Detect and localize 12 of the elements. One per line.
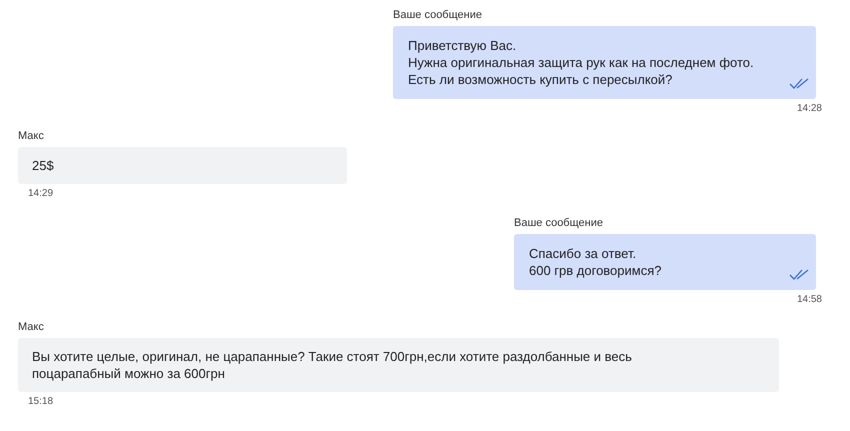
sender-name: Ваше сообщение bbox=[514, 216, 604, 230]
message-text: 25$ bbox=[32, 157, 55, 174]
sender-name: Макс bbox=[18, 129, 45, 143]
sender-name: Ваше сообщение bbox=[393, 8, 483, 22]
message-text: Вы хотите целые, оригинал, не царапанные? Такие стоят 700грн,если хотите раздолбанные и весь поцарапабный можно за 600грн bbox=[32, 348, 633, 382]
message-text: Приветствую Вас. Нужна оригинальная защита рук как на последнем фото. Есть ли возможность купить с пересылкой? bbox=[408, 37, 755, 88]
message-time: 15:18 bbox=[28, 396, 54, 408]
message-text: Спасибо за ответ. 600 грв договоримся? bbox=[529, 245, 662, 279]
sender-name: Макс bbox=[18, 320, 45, 334]
message-time: 14:28 bbox=[796, 103, 822, 115]
message-time: 14:29 bbox=[28, 188, 54, 200]
message-time: 14:58 bbox=[796, 294, 822, 306]
